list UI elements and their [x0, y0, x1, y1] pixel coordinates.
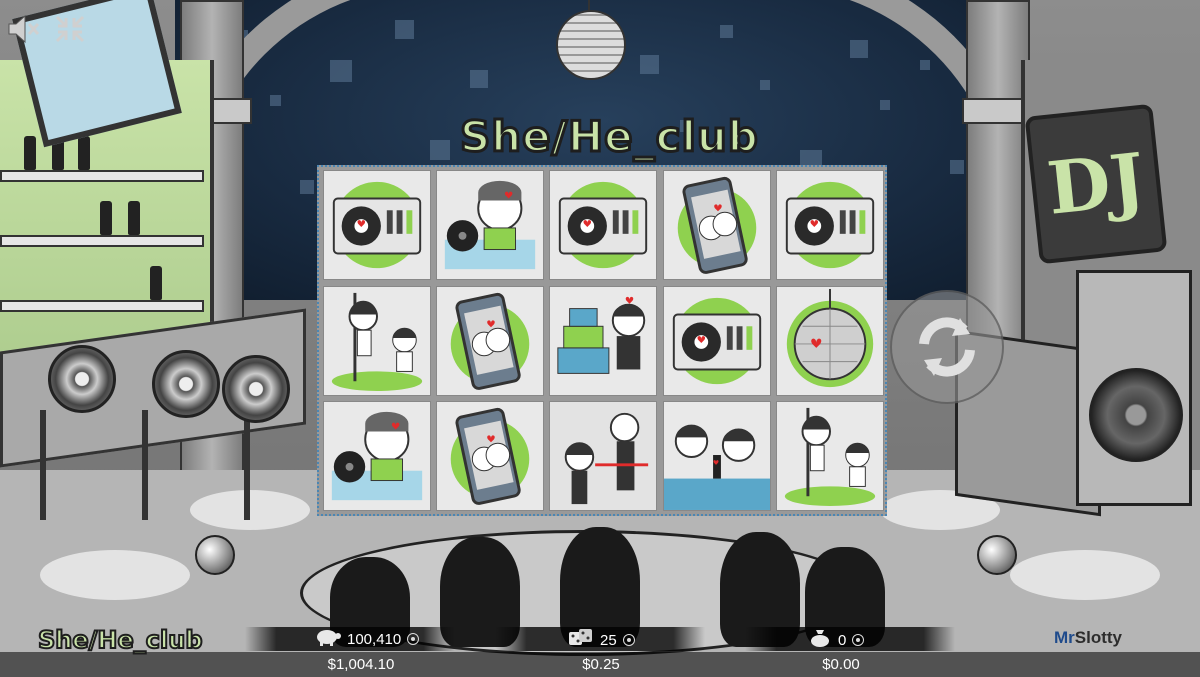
bet-money: $0.25	[582, 656, 620, 673]
bet-display[interactable]: 25	[568, 628, 635, 652]
speaker-muted-icon[interactable]	[6, 14, 40, 49]
coin-icon	[622, 634, 635, 646]
reel-symbol-turntable	[662, 285, 771, 396]
fullscreen-icon[interactable]	[54, 14, 86, 49]
reel-symbol-turntable	[775, 170, 884, 280]
coin-icon	[407, 633, 420, 645]
dj-sign: DJ	[1024, 103, 1168, 265]
provider-logo-part1: Mr	[1053, 628, 1075, 647]
credits-display: 100,410	[315, 628, 420, 650]
spin-arrows-icon	[919, 317, 975, 377]
win-display: 0	[808, 628, 865, 652]
speaker	[1076, 270, 1192, 506]
win-value: 0	[838, 631, 847, 649]
reel-symbol-turntable	[323, 170, 431, 280]
bar-stool	[152, 350, 220, 418]
reel-symbol-bartender	[662, 401, 771, 512]
game-title-logo: She/He_club	[459, 111, 760, 163]
disco-ball-decoration	[556, 10, 626, 80]
reel-grid	[317, 165, 887, 516]
credits-value: 100,410	[347, 630, 402, 648]
reel-symbol-phone-couple	[436, 285, 545, 396]
reel-symbol-dj-boy	[323, 401, 431, 512]
bet-value: 25	[600, 631, 617, 649]
piggy-bank-icon	[315, 628, 341, 650]
reel-symbol-dj-boy	[436, 170, 545, 280]
reel-symbol-phone-couple	[436, 401, 545, 512]
credits-money: $1,004.10	[327, 656, 395, 673]
provider-logo: MrSlotty	[1054, 628, 1122, 648]
reel-symbol-pole-dancer	[323, 285, 431, 396]
reel-symbol-pole-dancer	[775, 401, 884, 512]
reel-symbol-phone-couple	[662, 170, 771, 280]
spin-button[interactable]	[890, 290, 1004, 404]
footer-game-logo: She/He_club	[37, 625, 203, 655]
coin-bag-icon	[808, 628, 832, 652]
provider-logo-part2: Slotty	[1074, 628, 1122, 647]
reel-symbol-turntable	[549, 170, 658, 280]
reel-symbol-cake-boy	[549, 285, 658, 396]
win-money: $0.00	[822, 656, 860, 673]
reel-symbol-bouncer	[549, 401, 658, 512]
bar-stool	[222, 355, 290, 423]
bar-stool	[48, 345, 116, 413]
reel-symbol-disco-ball	[775, 285, 884, 396]
coin-icon	[852, 634, 865, 646]
dice-icon	[568, 628, 594, 652]
